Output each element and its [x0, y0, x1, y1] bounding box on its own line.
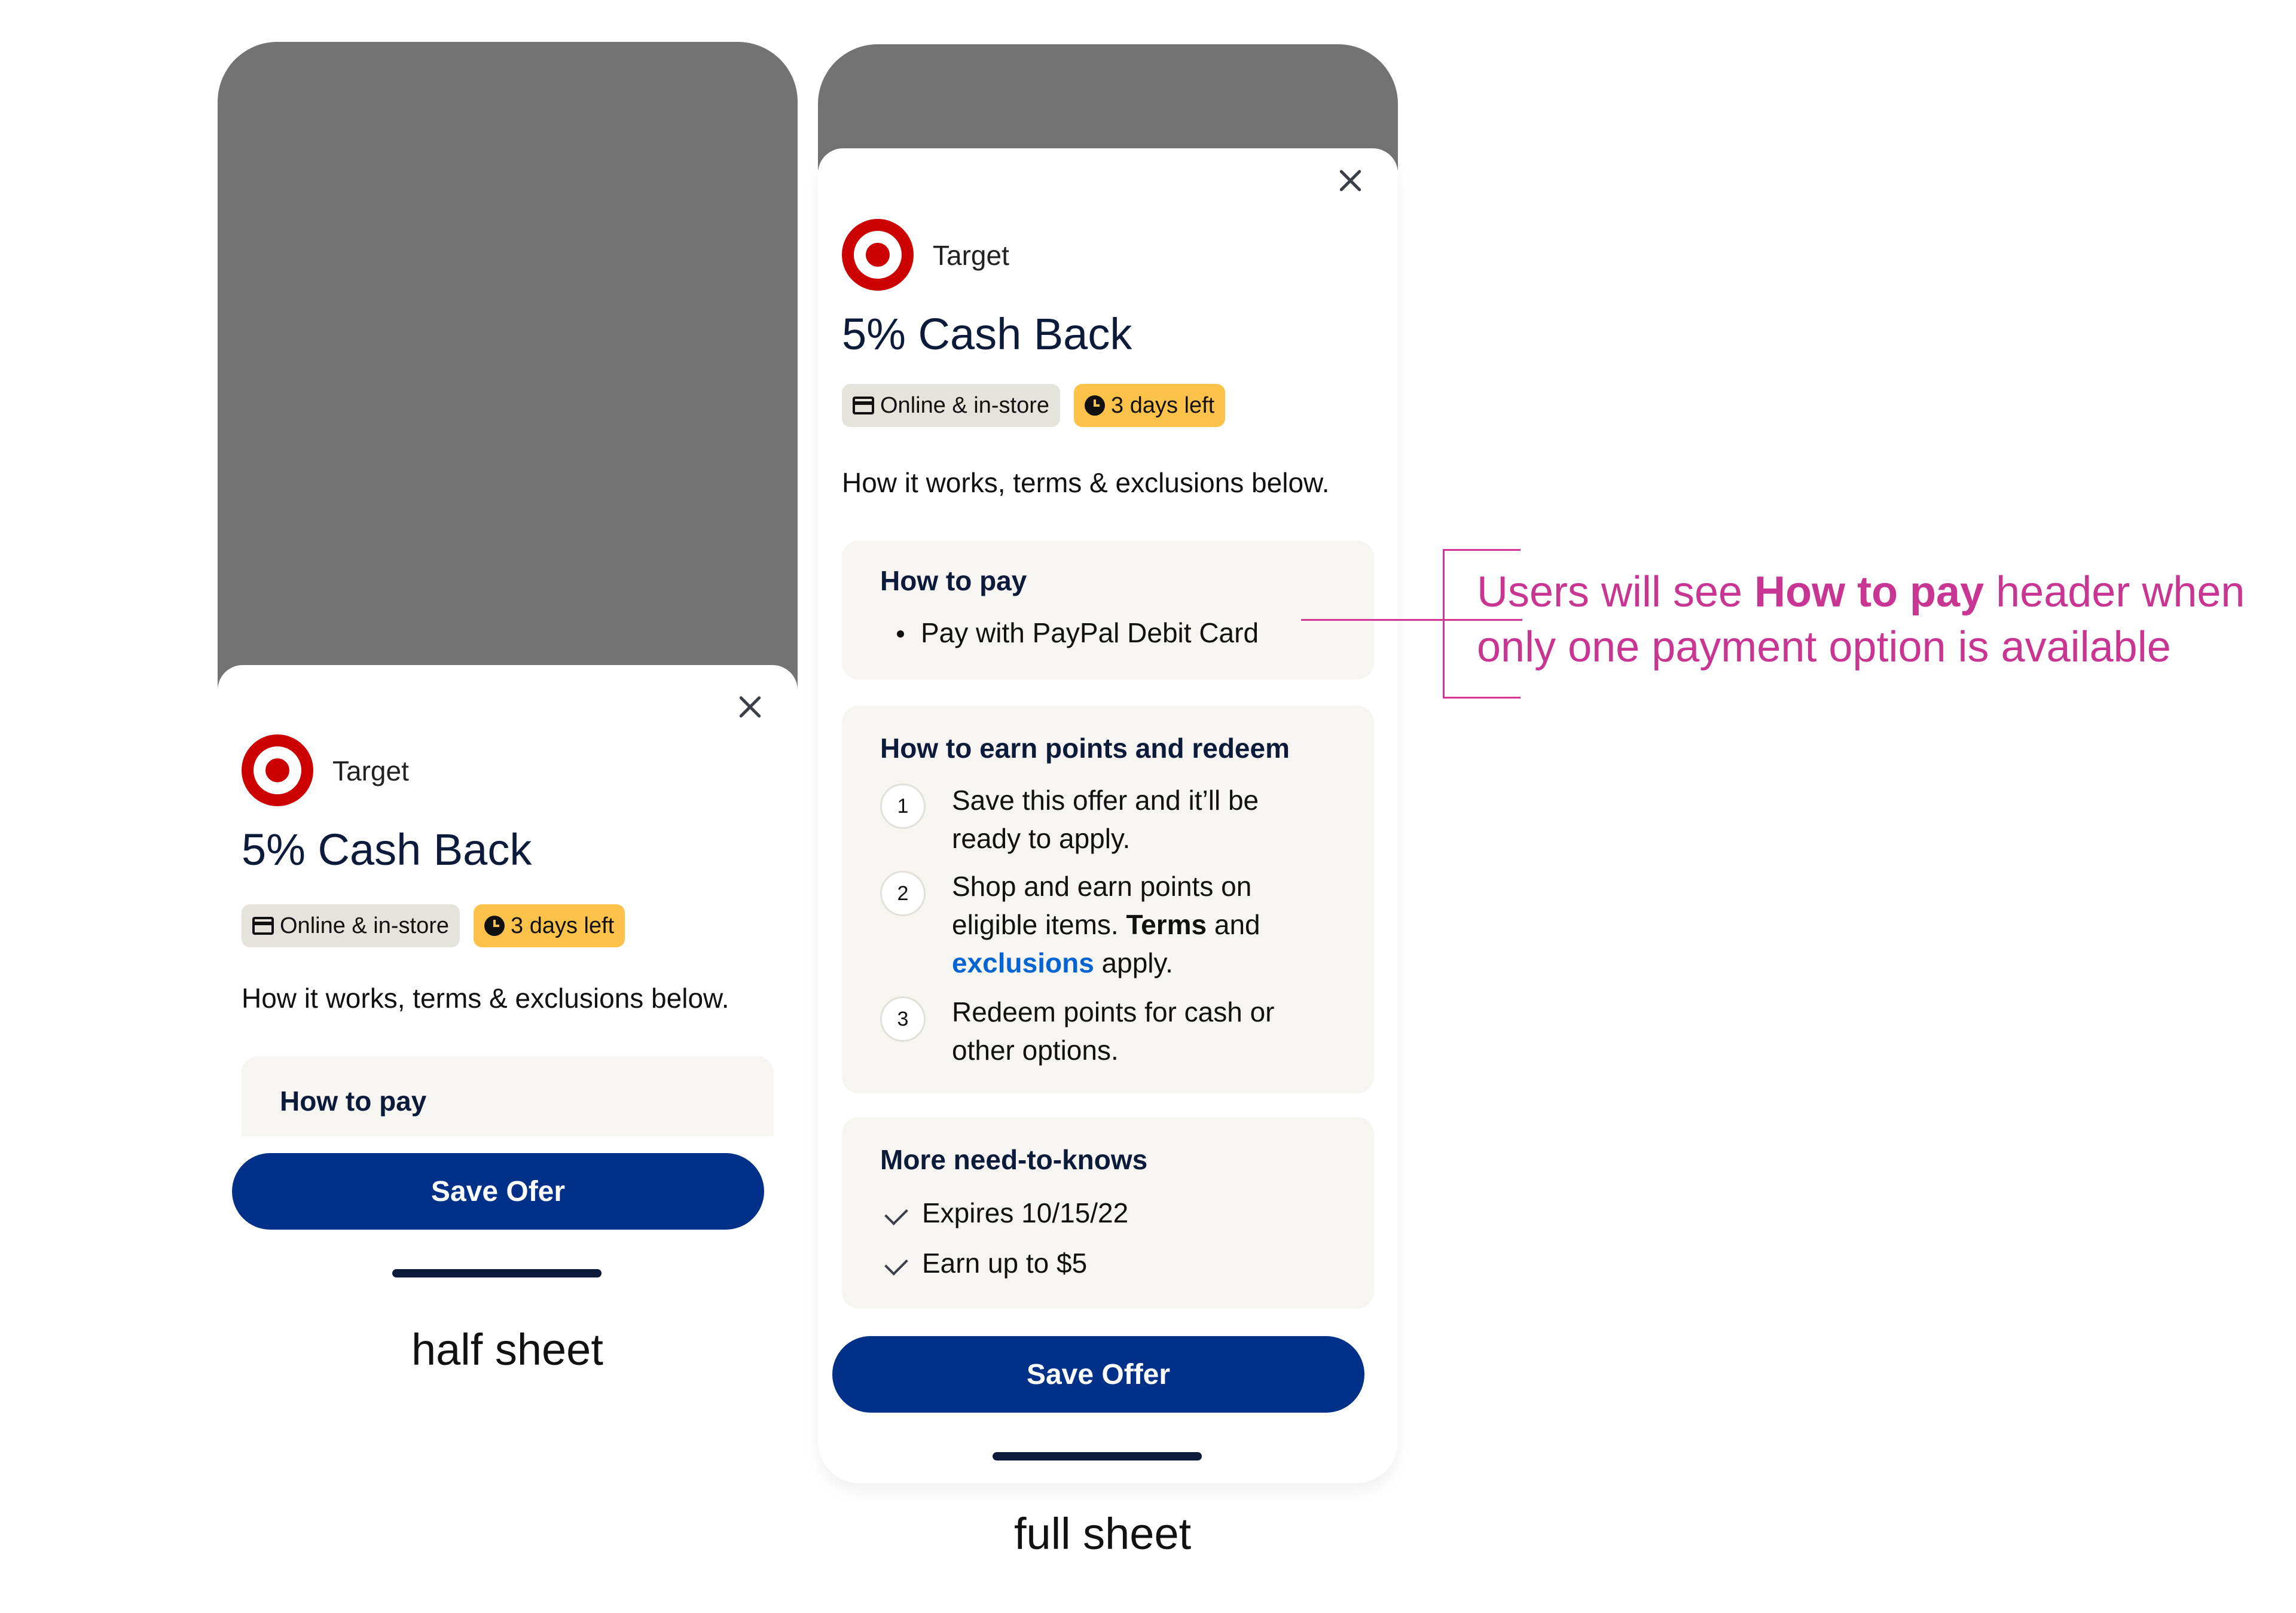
annotation-bracket	[1443, 549, 1445, 699]
home-indicator	[993, 1452, 1202, 1460]
step-2-line3-suffix: apply.	[1094, 947, 1173, 978]
close-icon[interactable]	[738, 695, 762, 719]
pay-with-paypal-debit: Pay with PayPal Debit Card	[921, 617, 1259, 648]
how-to-pay-heading: How to pay	[280, 1086, 427, 1117]
save-offer-button[interactable]: Save Offer	[832, 1336, 1364, 1413]
step-number: 1	[880, 783, 926, 829]
expiry-chip-label: 3 days left	[511, 913, 615, 938]
annotation-line2: only one payment option is available	[1477, 623, 2171, 671]
step-2-text: Shop and earn points on eligible items. …	[952, 867, 1260, 982]
channel-chip: Online & in-store	[242, 904, 460, 947]
step-3-text: Redeem points for cash or other options.	[952, 993, 1275, 1069]
channel-chip-label: Online & in-store	[280, 913, 450, 938]
terms-label: Terms	[1126, 909, 1207, 940]
annotation-bracket-top	[1443, 549, 1521, 551]
annotation-bracket-bottom	[1443, 697, 1521, 699]
full-sheet: Target 5% Cash Back Online & in-store 3 …	[818, 148, 1398, 1483]
step-2-line2-prefix: eligible items.	[952, 909, 1126, 940]
store-icon	[252, 917, 274, 935]
save-offer-button[interactable]: Save Ofer	[232, 1153, 764, 1230]
how-to-earn-card: How to earn points and redeem 1 Save thi…	[842, 706, 1374, 1093]
need-to-know-item: Expires 10/15/22	[922, 1197, 1129, 1228]
step-number: 3	[880, 996, 926, 1042]
half-sheet: Target 5% Cash Back Online & in-store 3 …	[218, 665, 798, 1299]
channel-chip: Online & in-store	[842, 384, 1061, 427]
step-number: 2	[880, 871, 926, 916]
expiry-chip: 3 days left	[1074, 384, 1226, 427]
step-2-line3: exclusions apply.	[952, 944, 1260, 982]
expiry-chip-label: 3 days left	[1111, 392, 1215, 418]
annotation-suffix: header when	[1984, 568, 2245, 616]
step-1-line1: Save this offer and it’ll be	[952, 785, 1259, 816]
offer-description: How it works, terms & exclusions below.	[842, 467, 1330, 498]
step-2-line1: Shop and earn points on	[952, 871, 1252, 902]
step-3-line1: Redeem points for cash or	[952, 996, 1275, 1027]
step-2-line2-suffix: and	[1207, 909, 1260, 940]
step-2-line2: eligible items. Terms and	[952, 905, 1260, 944]
half-sheet-caption: half sheet	[411, 1325, 603, 1374]
clock-icon	[1085, 395, 1105, 416]
half-sheet-backdrop	[218, 42, 798, 718]
check-icon	[884, 1252, 908, 1276]
annotation-text: Users will see How to pay header when on…	[1477, 565, 2245, 675]
annotation-line1: Users will see How to pay header when	[1477, 565, 2245, 620]
home-indicator	[392, 1269, 602, 1277]
need-to-knows-heading: More need-to-knows	[880, 1144, 1148, 1175]
annotation-connector	[1301, 619, 1445, 621]
how-to-pay-heading: How to pay	[880, 565, 1027, 596]
offer-title: 5% Cash Back	[242, 825, 532, 874]
expiry-chip: 3 days left	[474, 904, 625, 947]
annotation-bold: How to pay	[1754, 568, 1984, 616]
target-logo	[242, 734, 313, 806]
offer-description: How it works, terms & exclusions below.	[242, 983, 729, 1014]
bullet-dot	[897, 630, 904, 638]
step-1-line2: ready to apply.	[952, 823, 1131, 854]
channel-chip-label: Online & in-store	[880, 392, 1050, 418]
how-to-pay-card: How to pay Pay with PayPal Debit Card	[842, 541, 1374, 679]
exclusions-link[interactable]: exclusions	[952, 947, 1094, 978]
merchant-name: Target	[332, 755, 409, 786]
full-sheet-caption: full sheet	[1014, 1509, 1192, 1559]
need-to-knows-card: More need-to-knows Expires 10/15/22 Earn…	[842, 1117, 1374, 1309]
offer-title: 5% Cash Back	[842, 309, 1132, 359]
step-1-text: Save this offer and it’ll be ready to ap…	[952, 781, 1259, 858]
close-icon[interactable]	[1338, 169, 1362, 193]
step-3-line2: other options.	[952, 1035, 1119, 1066]
need-to-know-item: Earn up to $5	[922, 1248, 1088, 1279]
check-icon	[884, 1202, 908, 1225]
store-icon	[853, 397, 874, 414]
annotation-prefix: Users will see	[1477, 568, 1755, 616]
how-to-earn-heading: How to earn points and redeem	[880, 733, 1290, 764]
target-logo	[842, 219, 914, 291]
clock-icon	[484, 916, 505, 936]
merchant-name: Target	[933, 240, 1009, 271]
